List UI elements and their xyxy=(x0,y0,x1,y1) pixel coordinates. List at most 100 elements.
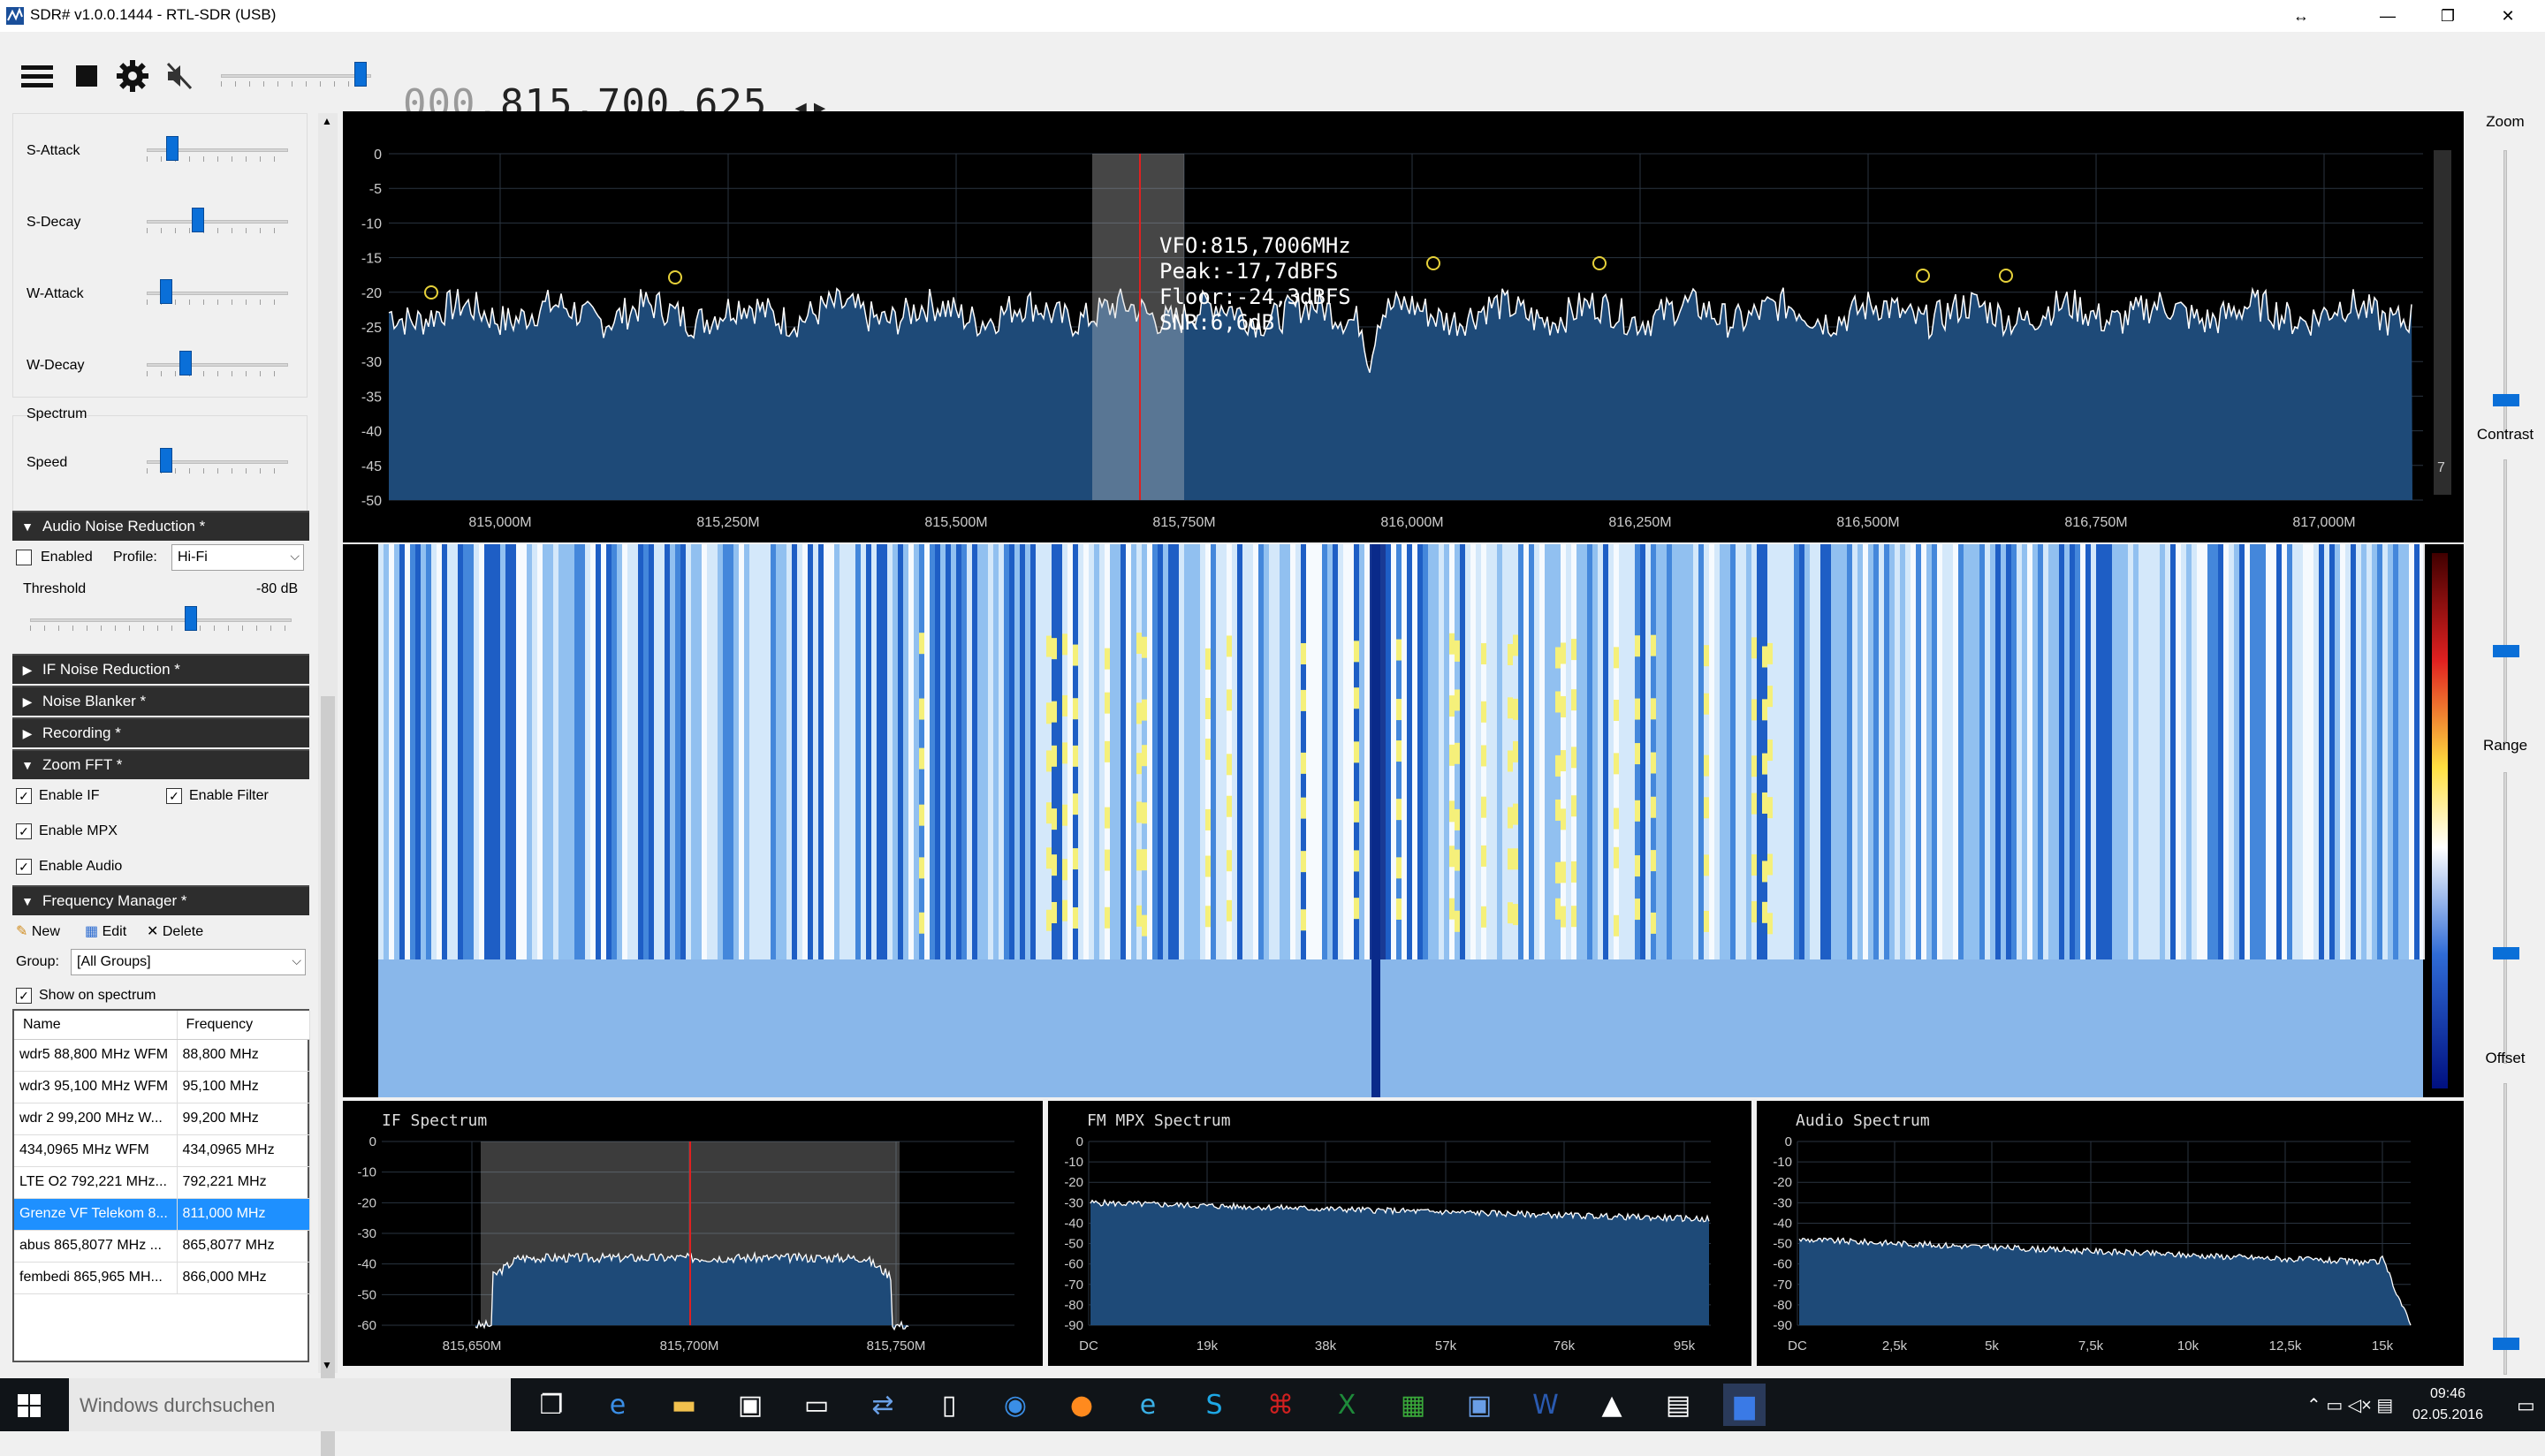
waterfall-column xyxy=(2001,544,2006,959)
sdrsharp-taskbar-icon[interactable]: ▆ xyxy=(1723,1384,1766,1426)
y-tick-label: 0 xyxy=(369,1134,376,1149)
waterfall-column xyxy=(1423,544,1428,959)
waterfall-hotspot xyxy=(1301,642,1306,664)
waterfall-hotspot xyxy=(1142,914,1147,937)
show-on-spectrum-checkbox[interactable]: ✓ xyxy=(16,988,32,1004)
waterfall-column xyxy=(2260,544,2266,959)
stop-icon[interactable] xyxy=(67,58,106,94)
agc-slider[interactable] xyxy=(147,220,288,224)
terminal-icon[interactable]: ▭ xyxy=(795,1384,838,1426)
new-button[interactable]: ✎ New xyxy=(16,922,60,940)
audio-spectrum-panel[interactable]: Audio Spectrum 0 -10 -20 -30 -40 -50 -60 -70 -80 -… xyxy=(1757,1101,2464,1366)
show-on-spectrum-label: Show on spectrum xyxy=(39,988,156,1003)
hamburger-menu-icon[interactable] xyxy=(18,58,57,94)
waterfall-hotspot xyxy=(1073,907,1078,929)
recording-header[interactable]: ▶ Recording * xyxy=(12,717,309,747)
noise-blanker-header[interactable]: ▶ Noise Blanker * xyxy=(12,686,309,716)
pdf-icon[interactable]: ⌘ xyxy=(1259,1384,1302,1426)
system-tray-icons[interactable]: ⌃ ▭ ◁× ▤ xyxy=(2306,1394,2393,1416)
scroll-down-icon[interactable]: ▼ xyxy=(322,1359,332,1371)
document-icon[interactable]: ▯ xyxy=(928,1384,970,1426)
table-row[interactable]: fembedi 865,965 MH... 866,000 MHz xyxy=(14,1262,310,1294)
remote-icon[interactable]: ▣ xyxy=(1458,1384,1500,1426)
file-explorer-icon[interactable]: ▬ xyxy=(663,1384,705,1426)
threshold-thumb[interactable] xyxy=(184,606,197,631)
column-header-frequency[interactable]: Frequency xyxy=(177,1011,310,1040)
table-row[interactable]: wdr3 95,100 MHz WFM 95,100 MHz xyxy=(14,1071,310,1103)
anr-enabled-checkbox[interactable] xyxy=(16,550,32,565)
calculator-icon[interactable]: ▤ xyxy=(1657,1384,1699,1426)
ie-icon[interactable]: e xyxy=(1127,1384,1169,1426)
enable-mpx-checkbox[interactable]: ✓ xyxy=(16,823,32,839)
if-spectrum-panel[interactable]: IF Spectrum 0 -10 -20 -30 -40 -50 -60 815,650M 81… xyxy=(343,1101,1043,1366)
range-thumb[interactable] xyxy=(2493,947,2519,959)
close-button[interactable]: ✕ xyxy=(2467,0,2545,32)
agc-thumb[interactable] xyxy=(159,279,172,304)
waterfall-hotspot xyxy=(1046,847,1052,869)
waterfall[interactable] xyxy=(343,544,2464,1097)
scroll-up-icon[interactable]: ▲ xyxy=(322,115,332,127)
display-controls: Zoom Contrast Range Offset xyxy=(2465,111,2545,1375)
edge-icon[interactable]: e xyxy=(596,1384,639,1426)
zoom-slider[interactable] xyxy=(2503,150,2507,433)
table-row[interactable]: wdr 2 99,200 MHz W... 99,200 MHz xyxy=(14,1103,310,1135)
task-view-icon[interactable]: ❐ xyxy=(530,1384,573,1426)
taskbar-clock[interactable]: 09:46 02.05.2016 xyxy=(2395,1384,2501,1426)
taskbar-search-box[interactable]: Windows durchsuchen xyxy=(69,1378,511,1431)
skype-icon[interactable]: S xyxy=(1193,1384,1235,1426)
delete-button[interactable]: ✕ Delete xyxy=(147,922,203,940)
resize-icon[interactable]: ↔ xyxy=(2260,0,2342,32)
gear-icon[interactable] xyxy=(113,58,152,94)
clock-date: 02.05.2016 xyxy=(2412,1407,2484,1422)
zoom-fft-header[interactable]: ▼ Zoom FFT * xyxy=(12,749,309,779)
waterfall-column xyxy=(1417,544,1423,959)
group-select[interactable]: [All Groups] ⌵ xyxy=(71,949,306,975)
agc-thumb[interactable] xyxy=(179,351,192,375)
table-row[interactable]: abus 865,8077 MHz ... 865,8077 MHz xyxy=(14,1230,310,1263)
main-spectrum[interactable]: 0 -5 -10 -15 -20 -25 -30 -35 -40 -45 -50 815,000M 81… xyxy=(343,111,2464,542)
profile-select[interactable]: Hi-Fi ⌵ xyxy=(171,544,304,571)
scrollbar-thumb[interactable] xyxy=(321,696,335,1456)
edit-button[interactable]: ▦ Edit xyxy=(85,922,126,940)
agc-slider[interactable] xyxy=(147,363,288,367)
zoom-thumb[interactable] xyxy=(2493,394,2519,406)
enable-if-checkbox[interactable]: ✓ xyxy=(16,788,32,804)
mpx-spectrum-panel[interactable]: FM MPX Spectrum 0 -10 -20 -30 -40 -50 -60 -70 -80… xyxy=(1048,1101,1751,1366)
waterfall-hotspot xyxy=(1396,857,1402,879)
left-panel-scrollbar[interactable]: ▲ ▼ xyxy=(318,113,338,1456)
photos-icon[interactable]: ▲ xyxy=(1591,1384,1633,1426)
column-header-name[interactable]: Name xyxy=(14,1011,178,1040)
table-row[interactable]: LTE O2 792,221 MHz... 792,221 MHz xyxy=(14,1166,310,1199)
contrast-slider[interactable] xyxy=(2503,459,2507,742)
table-row[interactable]: wdr5 88,800 MHz WFM 88,800 MHz xyxy=(14,1039,310,1072)
freq-manager-header[interactable]: ▼ Frequency Manager * xyxy=(12,885,309,915)
capture-icon[interactable]: ◉ xyxy=(994,1384,1037,1426)
offset-thumb[interactable] xyxy=(2493,1338,2519,1350)
table-row[interactable]: Grenze VF Telekom 8... 811,000 MHz xyxy=(14,1198,310,1231)
speaker-mute-icon[interactable] xyxy=(161,58,200,94)
excel-icon[interactable]: X xyxy=(1326,1384,1368,1426)
speed-thumb[interactable] xyxy=(159,448,172,473)
windows-start-icon[interactable] xyxy=(18,1394,41,1417)
offset-slider[interactable] xyxy=(2503,1083,2507,1375)
enable-audio-checkbox[interactable]: ✓ xyxy=(16,859,32,875)
anr-header[interactable]: ▼ Audio Noise Reduction * xyxy=(12,511,309,541)
waterfall-column xyxy=(585,544,590,959)
contrast-thumb[interactable] xyxy=(2493,645,2519,657)
agc-thumb[interactable] xyxy=(165,136,179,161)
y-tick-label: -20 xyxy=(1064,1175,1083,1190)
enable-filter-checkbox[interactable]: ✓ xyxy=(166,788,182,804)
volume-slider[interactable] xyxy=(221,74,371,78)
table-row[interactable]: 434,0965 MHz WFM 434,0965 MHz xyxy=(14,1134,310,1167)
notifications-icon[interactable]: ▭ xyxy=(2517,1394,2535,1417)
chart-app-icon[interactable]: ▦ xyxy=(1392,1384,1434,1426)
if-nr-header[interactable]: ▶ IF Noise Reduction * xyxy=(12,654,309,684)
threshold-slider[interactable] xyxy=(30,618,292,622)
volume-thumb[interactable] xyxy=(354,62,368,87)
agc-thumb[interactable] xyxy=(192,208,205,232)
firefox-icon[interactable]: ● xyxy=(1060,1384,1103,1426)
word-icon[interactable]: W xyxy=(1524,1384,1567,1426)
range-slider[interactable] xyxy=(2503,772,2507,1064)
store-icon[interactable]: ▣ xyxy=(729,1384,771,1426)
network-icon[interactable]: ⇄ xyxy=(862,1384,904,1426)
